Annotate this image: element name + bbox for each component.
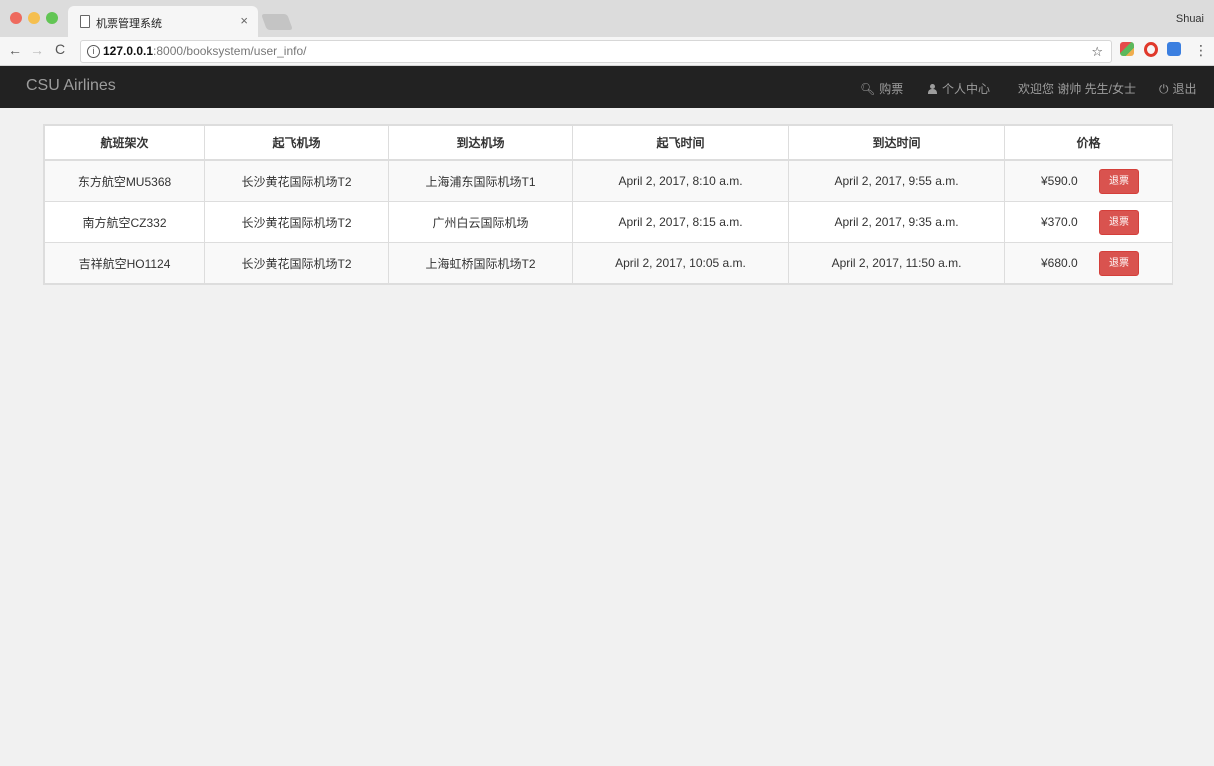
table-row: 吉祥航空HO1124 长沙黄花国际机场T2 上海虹桥国际机场T2 April 2…: [44, 242, 1173, 284]
refund-button[interactable]: 退票: [1099, 251, 1139, 276]
departure-time-cell: April 2, 2017, 8:15 a.m.: [572, 201, 789, 243]
table-row: 东方航空MU5368 长沙黄花国际机场T2 上海浦东国际机场T1 April 2…: [44, 159, 1173, 202]
departure-airport-cell: 长沙黄花国际机场T2: [204, 159, 389, 202]
arrival-airport-cell: 上海浦东国际机场T1: [388, 159, 573, 202]
window-maximize-button[interactable]: [46, 12, 58, 24]
new-tab-button[interactable]: [261, 14, 293, 30]
refund-button[interactable]: 退票: [1099, 169, 1139, 194]
price-cell: ¥680.0 退票: [1004, 242, 1173, 284]
extension-blue-icon[interactable]: [1167, 42, 1181, 56]
arrival-time-cell: April 2, 2017, 9:55 a.m.: [788, 159, 1005, 202]
url-path: :8000/booksystem/user_info/: [153, 44, 307, 58]
column-header: 起飞机场: [204, 125, 389, 161]
nav-logout-label: 退出: [1172, 82, 1197, 96]
table-row: 南方航空CZ332 长沙黄花国际机场T2 广州白云国际机场 April 2, 2…: [44, 201, 1173, 243]
nav-logout-link[interactable]: ⏻ 退出: [1159, 80, 1197, 97]
departure-airport-cell: 长沙黄花国际机场T2: [204, 242, 389, 284]
address-bar[interactable]: i 127.0.0.1:8000/booksystem/user_info/ ☆: [80, 40, 1112, 63]
welcome-text: 欢迎您 谢帅 先生/女士: [1018, 82, 1137, 96]
column-header: 到达机场: [388, 125, 573, 161]
table-header-row: 航班架次 起飞机场 到达机场 起飞时间 到达时间 价格: [44, 125, 1173, 161]
departure-time-cell: April 2, 2017, 8:10 a.m.: [572, 159, 789, 202]
brand-logo[interactable]: CSU Airlines: [26, 77, 116, 95]
nav-buy-label: 购票: [879, 82, 904, 96]
nav-buy-link[interactable]: 🔍︎ 购票: [860, 80, 903, 97]
browser-tab[interactable]: 机票管理系统 ×: [68, 6, 258, 37]
column-header: 价格: [1004, 125, 1173, 161]
refund-button[interactable]: 退票: [1099, 210, 1139, 235]
power-icon: ⏻: [1159, 82, 1169, 96]
search-icon: 🔍︎: [860, 82, 876, 96]
url-host: 127.0.0.1: [103, 44, 154, 58]
arrival-time-cell: April 2, 2017, 9:35 a.m.: [788, 201, 1005, 243]
arrow-right-icon[interactable]: →: [30, 42, 44, 58]
url-text: 127.0.0.1:8000/booksystem/user_info/: [103, 41, 306, 62]
nav-profile-label: 个人中心: [942, 82, 991, 96]
ticket-table: 航班架次 起飞机场 到达机场 起飞时间 到达时间 价格 东方航空MU5368 长…: [44, 125, 1173, 284]
price-cell: ¥590.0 退票: [1004, 159, 1173, 202]
window-close-button[interactable]: [10, 12, 22, 24]
browser-tab-strip: 机票管理系统 × Shuai: [0, 0, 1214, 37]
price-text: ¥370.0: [1041, 215, 1078, 229]
departure-time-cell: April 2, 2017, 10:05 a.m.: [572, 242, 789, 284]
price-text: ¥680.0: [1041, 256, 1078, 270]
browser-menu-icon[interactable]: ⋮: [1194, 42, 1208, 59]
browser-toolbar: ← → C i 127.0.0.1:8000/booksystem/user_i…: [0, 37, 1214, 66]
document-icon: [80, 15, 90, 28]
tab-title: 机票管理系统: [96, 18, 162, 30]
star-icon[interactable]: ☆: [1091, 41, 1103, 62]
flight-cell: 东方航空MU5368: [44, 159, 205, 202]
info-icon[interactable]: i: [87, 45, 100, 58]
tab-close-icon[interactable]: ×: [240, 13, 248, 28]
departure-airport-cell: 长沙黄花国际机场T2: [204, 201, 389, 243]
price-cell: ¥370.0 退票: [1004, 201, 1173, 243]
arrow-left-icon[interactable]: ←: [8, 42, 22, 58]
column-header: 到达时间: [788, 125, 1005, 161]
extension-icon[interactable]: [1120, 42, 1134, 56]
arrival-airport-cell: 上海虹桥国际机场T2: [388, 242, 573, 284]
price-text: ¥590.0: [1041, 174, 1078, 188]
reload-icon[interactable]: C: [55, 41, 65, 57]
ticket-table-container: 航班架次 起飞机场 到达机场 起飞时间 到达时间 价格 东方航空MU5368 长…: [43, 124, 1173, 285]
nav-profile-link[interactable]: 个人中心: [927, 80, 990, 97]
opera-icon[interactable]: [1144, 42, 1158, 57]
user-icon: [927, 84, 937, 94]
flight-cell: 南方航空CZ332: [44, 201, 205, 243]
profile-name[interactable]: Shuai: [1176, 13, 1204, 25]
window-minimize-button[interactable]: [28, 12, 40, 24]
column-header: 起飞时间: [572, 125, 789, 161]
arrival-airport-cell: 广州白云国际机场: [388, 201, 573, 243]
app-navbar: CSU Airlines 🔍︎ 购票 个人中心 欢迎您 谢帅 先生/女士 ⏻ 退出: [0, 66, 1214, 108]
arrival-time-cell: April 2, 2017, 11:50 a.m.: [788, 242, 1005, 284]
column-header: 航班架次: [44, 125, 205, 161]
flight-cell: 吉祥航空HO1124: [44, 242, 205, 284]
